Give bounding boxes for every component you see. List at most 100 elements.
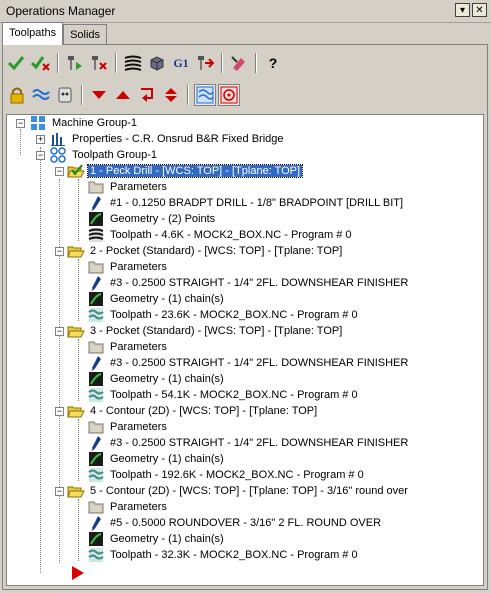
- machine-group-icon: [29, 115, 47, 131]
- tree-node-toolpath-group[interactable]: Toolpath Group-1: [49, 147, 159, 163]
- tree-node-operation-5[interactable]: 5 - Contour (2D) - [WCS: TOP] - [Tplane:…: [67, 483, 410, 499]
- close-button[interactable]: ✕: [472, 3, 487, 17]
- tree-node-toolpath[interactable]: Toolpath - 4.6K - MOCK2_BOX.NC - Program…: [87, 227, 353, 243]
- toolpath-icon: [87, 307, 105, 323]
- toolbar-separator: [221, 53, 223, 73]
- collapse-toggle[interactable]: −: [55, 407, 64, 416]
- tree-line: [40, 147, 41, 573]
- tree-line: [78, 179, 79, 241]
- tree-node-toolpath[interactable]: Toolpath - 32.3K - MOCK2_BOX.NC - Progra…: [87, 547, 360, 563]
- tree-node-toolpath[interactable]: Toolpath - 192.6K - MOCK2_BOX.NC - Progr…: [87, 467, 366, 483]
- tree-label: 5 - Contour (2D) - [WCS: TOP] - [Tplane:…: [90, 485, 408, 497]
- window-title: Operations Manager: [6, 4, 116, 18]
- tab-toolpaths[interactable]: Toolpaths: [2, 22, 64, 45]
- tree-node-tool[interactable]: #3 - 0.2500 STRAIGHT - 1/4" 2FL. DOWNSHE…: [87, 355, 410, 371]
- tree-node-tool[interactable]: #3 - 0.2500 STRAIGHT - 1/4" 2FL. DOWNSHE…: [87, 275, 410, 291]
- tree-node-geometry[interactable]: Geometry - (1) chain(s): [87, 291, 226, 307]
- insert-arrow-icon: [69, 565, 87, 581]
- select-all-operations-icon[interactable]: [6, 52, 28, 74]
- tree-node-tool[interactable]: #1 - 0.1250 BRADPT DRILL - 1/8" BRADPOIN…: [87, 195, 405, 211]
- tree-node-parameters[interactable]: Parameters: [87, 259, 169, 275]
- collapse-toggle[interactable]: −: [55, 167, 64, 176]
- tree-label: Geometry - (1) chain(s): [110, 533, 224, 545]
- toolpath-dark-icon: [87, 227, 105, 243]
- collapse-toggle[interactable]: −: [36, 151, 45, 160]
- tree-label: Geometry - (1) chain(s): [110, 373, 224, 385]
- help-icon[interactable]: ?: [262, 52, 284, 74]
- tree-node-geometry[interactable]: Geometry - (1) chain(s): [87, 531, 226, 547]
- tool-icon: [87, 435, 105, 451]
- tree-node-operation-2[interactable]: 2 - Pocket (Standard) - [WCS: TOP] - [Tp…: [67, 243, 344, 259]
- backplot-icon[interactable]: [122, 52, 144, 74]
- move-down-icon[interactable]: [88, 84, 110, 106]
- toolpath-icon: [87, 547, 105, 563]
- open-folder-check-icon: [67, 163, 85, 179]
- tree-node-toolpath[interactable]: Toolpath - 23.6K - MOCK2_BOX.NC - Progra…: [87, 307, 360, 323]
- tree-line: [78, 419, 79, 481]
- tree-label: 4 - Contour (2D) - [WCS: TOP] - [Tplane:…: [90, 405, 318, 417]
- post-g1-icon[interactable]: G1: [170, 52, 192, 74]
- tree-label: #3 - 0.2500 STRAIGHT - 1/4" 2FL. DOWNSHE…: [110, 357, 409, 369]
- tree-label: Parameters: [110, 501, 167, 513]
- geometry-icon: [87, 451, 105, 467]
- tool-icon: [87, 275, 105, 291]
- tree-line: [59, 179, 60, 563]
- highfeed-icon[interactable]: [194, 52, 216, 74]
- scroll-to-active-icon[interactable]: [218, 84, 240, 106]
- collapse-toggle[interactable]: −: [55, 327, 64, 336]
- geometry-icon: [87, 531, 105, 547]
- tool-icon: [87, 355, 105, 371]
- tree-node-tool[interactable]: #5 - 0.5000 ROUNDOVER - 3/16" 2 FL. ROUN…: [87, 515, 383, 531]
- tree-node-geometry[interactable]: Geometry - (2) Points: [87, 211, 217, 227]
- tree-node-operation-1[interactable]: 1 - Peck Drill - [WCS: TOP] - [Tplane: T…: [67, 163, 304, 179]
- collapse-toggle[interactable]: −: [16, 119, 25, 128]
- insert-after-icon[interactable]: [136, 84, 158, 106]
- tree-node-machine-group[interactable]: Machine Group-1: [29, 115, 139, 131]
- show-toolpath-icon[interactable]: [194, 84, 216, 106]
- tree-node-properties[interactable]: Properties - C.R. Onsrud B&R Fixed Bridg…: [49, 131, 286, 147]
- parameters-folder-icon: [87, 339, 105, 355]
- tree-node-tool[interactable]: #3 - 0.2500 STRAIGHT - 1/4" 2FL. DOWNSHE…: [87, 435, 410, 451]
- tree-node-parameters[interactable]: Parameters: [87, 499, 169, 515]
- parameters-folder-icon: [87, 499, 105, 515]
- select-dirty-operations-icon[interactable]: [30, 52, 52, 74]
- move-up-icon[interactable]: [112, 84, 134, 106]
- tree-label: Toolpath - 54.1K - MOCK2_BOX.NC - Progra…: [110, 389, 358, 401]
- toolbar-separator: [81, 85, 83, 105]
- move-insert-icon[interactable]: [160, 84, 182, 106]
- insert-arrow[interactable]: [69, 565, 90, 581]
- toolbar-separator: [255, 53, 257, 73]
- tree-node-parameters[interactable]: Parameters: [87, 179, 169, 195]
- tree-node-geometry[interactable]: Geometry - (1) chain(s): [87, 451, 226, 467]
- toolbar-separator: [115, 53, 117, 73]
- tree-label: 2 - Pocket (Standard) - [WCS: TOP] - [Tp…: [90, 245, 343, 257]
- verify-icon[interactable]: [146, 52, 168, 74]
- dropdown-button[interactable]: ▾: [455, 3, 470, 17]
- tree-node-operation-3[interactable]: 3 - Pocket (Standard) - [WCS: TOP] - [Tp…: [67, 323, 344, 339]
- toggle-display-icon[interactable]: [30, 84, 52, 106]
- lock-icon[interactable]: [6, 84, 28, 106]
- delete-operations-icon[interactable]: [228, 52, 250, 74]
- tab-solids[interactable]: Solids: [63, 24, 108, 45]
- tree-label: Properties - C.R. Onsrud B&R Fixed Bridg…: [72, 133, 284, 145]
- geometry-icon: [87, 211, 105, 227]
- tree-label: Toolpath - 32.3K - MOCK2_BOX.NC - Progra…: [110, 549, 358, 561]
- expand-toggle[interactable]: +: [36, 135, 45, 144]
- g1-label: G1: [173, 55, 189, 70]
- tree-node-parameters[interactable]: Parameters: [87, 419, 169, 435]
- collapse-toggle[interactable]: −: [55, 247, 64, 256]
- toolbar-separator: [187, 85, 189, 105]
- tree-node-geometry[interactable]: Geometry - (1) chain(s): [87, 371, 226, 387]
- regenerate-dirty-icon[interactable]: [88, 52, 110, 74]
- toggle-posting-icon[interactable]: [54, 84, 76, 106]
- tree-label: #5 - 0.5000 ROUNDOVER - 3/16" 2 FL. ROUN…: [110, 517, 382, 529]
- regenerate-selected-icon[interactable]: [64, 52, 86, 74]
- tree-label: Toolpath - 4.6K - MOCK2_BOX.NC - Program…: [110, 229, 352, 241]
- tree-node-operation-4[interactable]: 4 - Contour (2D) - [WCS: TOP] - [Tplane:…: [67, 403, 319, 419]
- toolbar-separator: [57, 53, 59, 73]
- tool-icon: [87, 515, 105, 531]
- tree-label: #1 - 0.1250 BRADPT DRILL - 1/8" BRADPOIN…: [110, 197, 404, 209]
- tree-node-parameters[interactable]: Parameters: [87, 339, 169, 355]
- tree-node-toolpath[interactable]: Toolpath - 54.1K - MOCK2_BOX.NC - Progra…: [87, 387, 360, 403]
- collapse-toggle[interactable]: −: [55, 487, 64, 496]
